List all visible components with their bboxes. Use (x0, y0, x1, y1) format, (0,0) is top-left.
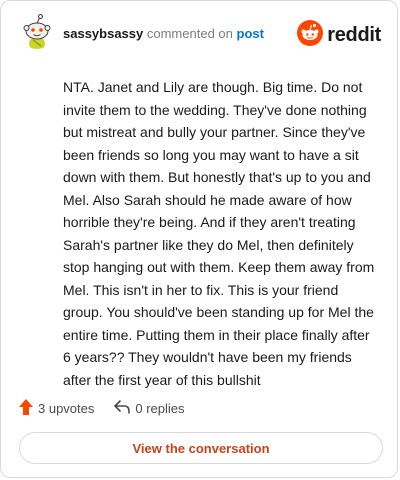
upvote-count: 3 upvotes (38, 400, 95, 416)
post-link[interactable]: post (237, 26, 264, 41)
upvote-arrow-icon (19, 398, 33, 418)
snoo-avatar-icon[interactable] (19, 13, 55, 49)
upvote-button[interactable]: 3 upvotes (19, 398, 95, 418)
comment-meta: sassybsassy commented on post (63, 27, 264, 41)
reply-count: 0 replies (135, 400, 185, 416)
reply-button[interactable]: 0 replies (114, 399, 185, 417)
comment-embed-card: sassybsassy commented on post reddit NTA… (0, 0, 398, 478)
reply-arrow-icon (114, 399, 131, 417)
comment-actions: 3 upvotes 0 replies (19, 398, 185, 418)
reddit-logo-icon (297, 20, 324, 51)
comment-header: sassybsassy commented on post reddit (1, 1, 397, 61)
reddit-brand-link[interactable]: reddit (297, 20, 381, 51)
commented-on-label: commented on (146, 26, 233, 41)
username-link[interactable]: sassybsassy (63, 26, 143, 41)
comment-body: NTA. Janet and Lily are though. Big time… (63, 79, 375, 388)
view-conversation-button[interactable]: View the conversation (19, 432, 383, 464)
reddit-wordmark: reddit (327, 24, 381, 46)
